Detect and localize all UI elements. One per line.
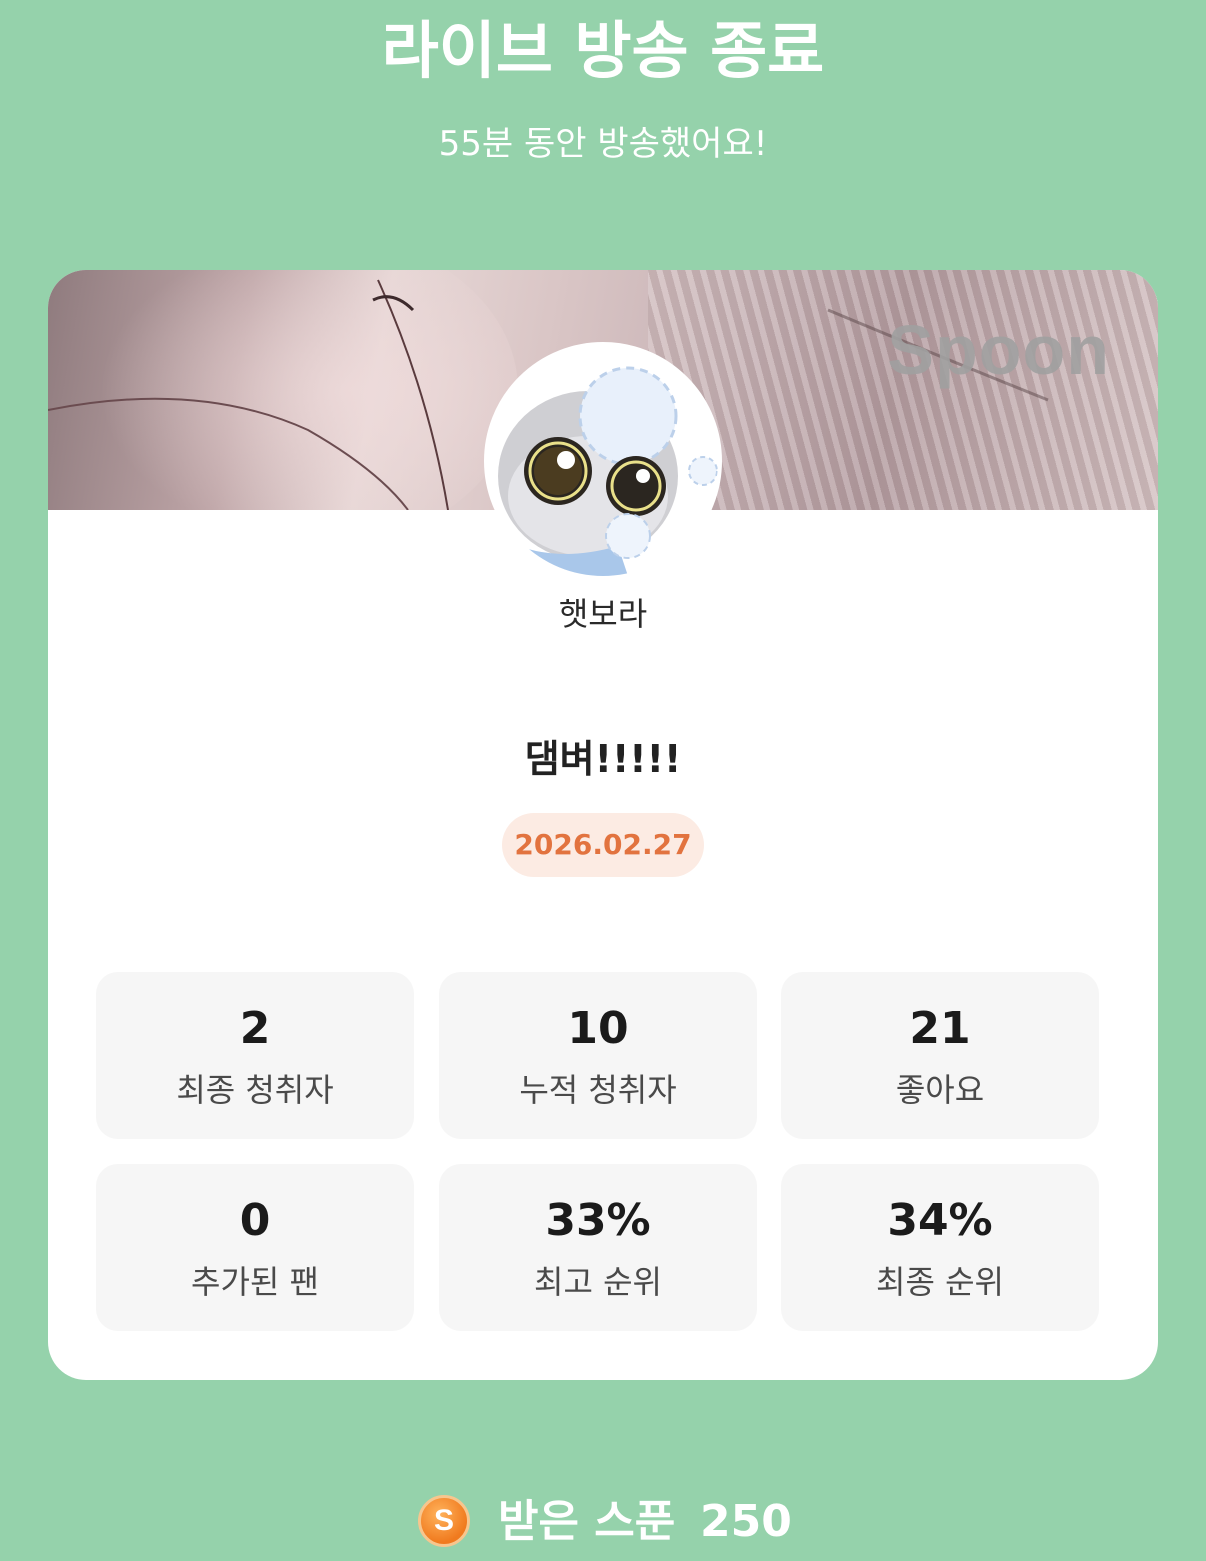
stat-label: 최고 순위 [534, 1263, 662, 1301]
stat-label: 최종 청취자 [176, 1071, 334, 1109]
stat-total-listeners: 10 누적 청취자 [439, 972, 757, 1139]
received-spoons-label: 받은 스푼 [498, 1496, 676, 1547]
page-title: 라이브 방송 종료 [381, 14, 825, 87]
avatar-character-icon [488, 346, 718, 576]
date-badge: 2026.02.27 [502, 813, 704, 877]
spoon-logo: Spoon [887, 311, 1110, 389]
stat-final-listeners: 2 최종 청취자 [96, 972, 414, 1139]
broadcast-duration: 55분 동안 방송했어요! [438, 124, 768, 164]
stat-value: 2 [239, 1003, 271, 1054]
stat-likes: 21 좋아요 [781, 972, 1099, 1139]
stat-best-rank: 33% 최고 순위 [439, 1164, 757, 1331]
stat-value: 0 [239, 1195, 271, 1246]
host-nickname: 햇보라 [558, 595, 648, 633]
stat-value: 33% [545, 1195, 651, 1246]
broadcast-summary-card: Spoon 햇보라 댐벼!!!!! 2026.02.27 2 최종 청취자 10… [48, 270, 1158, 1380]
stat-value: 34% [887, 1195, 993, 1246]
stat-value: 10 [567, 1003, 629, 1054]
spoon-coin-icon: S [418, 1495, 470, 1547]
stat-label: 누적 청취자 [519, 1071, 677, 1109]
stat-final-rank: 34% 최종 순위 [781, 1164, 1099, 1331]
received-spoons-count: 250 [700, 1496, 792, 1547]
avatar[interactable] [484, 342, 722, 580]
broadcast-title: 댐벼!!!!! [524, 737, 682, 781]
stat-label: 좋아요 [895, 1071, 985, 1109]
received-spoons: S 받은 스푼 250 [0, 1490, 1206, 1554]
stat-new-fans: 0 추가된 팬 [96, 1164, 414, 1331]
stat-label: 추가된 팬 [191, 1263, 319, 1301]
stat-value: 21 [909, 1003, 971, 1054]
stat-label: 최종 순위 [876, 1263, 1004, 1301]
